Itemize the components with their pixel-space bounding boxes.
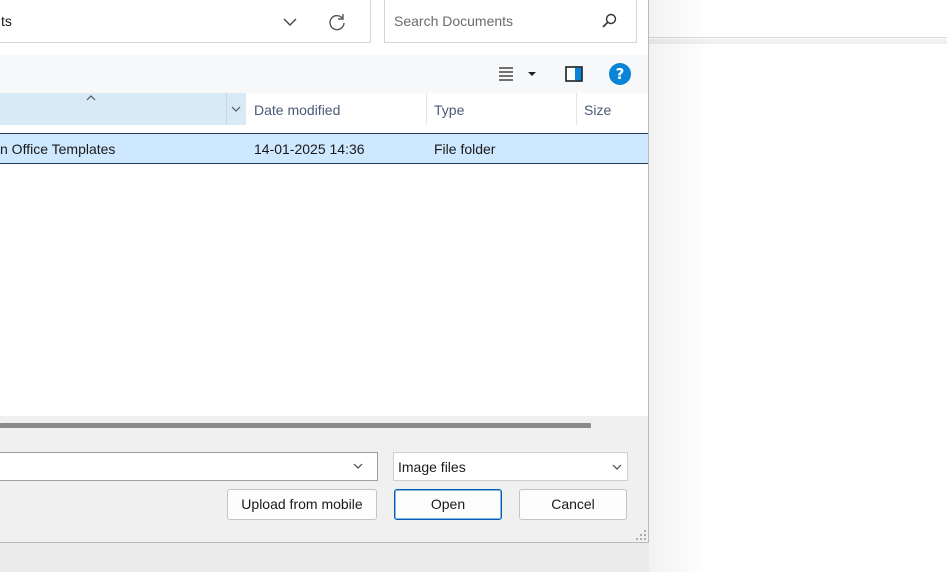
column-header-name[interactable]: [0, 93, 246, 125]
refresh-icon[interactable]: [326, 11, 348, 33]
preview-pane-icon[interactable]: [564, 64, 584, 84]
file-list: Date modified Type Size n Office Templat…: [0, 93, 648, 416]
search-placeholder: Search Documents: [394, 13, 514, 29]
column-divider[interactable]: [226, 93, 227, 125]
column-header-size[interactable]: Size: [584, 102, 611, 118]
chevron-down-icon[interactable]: [229, 103, 243, 115]
dropdown-icon[interactable]: [527, 70, 537, 78]
upload-from-mobile-button[interactable]: Upload from mobile: [227, 489, 377, 520]
chevron-down-icon[interactable]: [280, 12, 300, 32]
column-header-date-modified[interactable]: Date modified: [254, 102, 340, 118]
column-header-type[interactable]: Type: [434, 102, 464, 118]
command-bar: ?: [0, 55, 648, 93]
horizontal-scrollbar[interactable]: [0, 416, 648, 436]
scrollbar-thumb[interactable]: [0, 423, 591, 428]
search-icon[interactable]: [600, 12, 618, 30]
chevron-down-icon[interactable]: [611, 462, 623, 472]
background-strip: [0, 543, 649, 572]
navigation-bar: ts Search Documents: [0, 0, 648, 55]
file-name: n Office Templates: [0, 141, 116, 157]
address-path: ts: [1, 13, 12, 29]
file-type: File folder: [434, 141, 496, 157]
resize-grip-icon[interactable]: [634, 528, 648, 542]
file-date-modified: 14-01-2025 14:36: [254, 141, 365, 157]
dialog-shadow: [649, 0, 709, 572]
file-type-select[interactable]: Image files: [393, 452, 628, 481]
help-icon[interactable]: ?: [609, 63, 631, 85]
view-menu-icon[interactable]: [497, 66, 515, 82]
cancel-button[interactable]: Cancel: [519, 489, 627, 520]
column-divider[interactable]: [576, 93, 577, 125]
column-headers: Date modified Type Size: [0, 93, 648, 126]
chevron-down-icon[interactable]: [352, 461, 364, 471]
sort-caret-icon: [86, 95, 96, 101]
list-item[interactable]: n Office Templates 14-01-2025 14:36 File…: [0, 133, 648, 164]
address-bar[interactable]: ts: [0, 0, 371, 43]
open-button[interactable]: Open: [394, 489, 502, 520]
column-divider[interactable]: [426, 93, 427, 125]
open-file-dialog: ts Search Documents ? Date modified Type…: [0, 0, 649, 543]
file-name-field[interactable]: [0, 452, 378, 481]
search-input[interactable]: Search Documents: [384, 0, 637, 43]
file-type-selected: Image files: [398, 459, 466, 475]
